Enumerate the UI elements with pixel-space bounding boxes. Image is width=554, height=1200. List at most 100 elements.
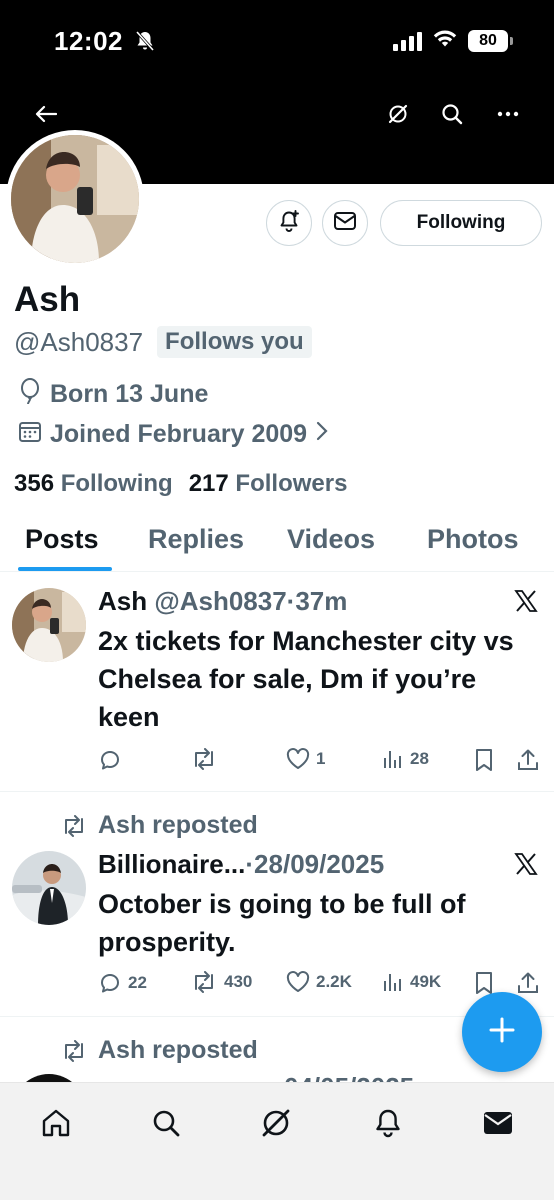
tab-posts[interactable]: Posts bbox=[25, 524, 99, 555]
repost-button[interactable]: 430 bbox=[190, 971, 252, 993]
post-text: 2x tickets for Manchester city vs Chelse… bbox=[98, 626, 514, 732]
following-button[interactable]: Following bbox=[380, 200, 542, 246]
reply-button[interactable] bbox=[98, 748, 122, 772]
tab-videos[interactable]: Videos bbox=[287, 524, 375, 555]
follow-stats: 356 Following 217 Followers bbox=[14, 470, 347, 498]
post-item[interactable]: Ash reposted Billionaire...·28/09/2025 O… bbox=[0, 793, 554, 1017]
heart-icon bbox=[286, 748, 310, 769]
repost-button[interactable] bbox=[190, 748, 218, 770]
followers-stat[interactable]: 217 Followers bbox=[189, 470, 348, 498]
nav-messages[interactable] bbox=[478, 1103, 518, 1143]
post-item[interactable]: Ash @Ash0837·37m 2x tickets for Manchest… bbox=[0, 572, 554, 792]
status-bar: 12:02 80 bbox=[0, 0, 554, 84]
views-chart-icon bbox=[384, 974, 401, 991]
views-button[interactable]: 28 bbox=[382, 748, 429, 770]
silent-bell-icon bbox=[135, 28, 155, 59]
post-author-avatar[interactable] bbox=[12, 1074, 86, 1082]
repost-count: 430 bbox=[224, 972, 253, 991]
clock: 12:02 bbox=[54, 26, 123, 56]
profile-handle: @Ash0837 bbox=[14, 326, 144, 357]
home-icon bbox=[42, 1109, 70, 1137]
notifications-bell-button[interactable] bbox=[266, 200, 312, 246]
repost-icon bbox=[195, 748, 213, 770]
post-author-name[interactable]: Ash bbox=[98, 586, 147, 616]
post-actions: 22 430 2.2K 49K bbox=[98, 971, 542, 1001]
birthday-row: Born 13 June bbox=[18, 377, 208, 412]
reply-icon bbox=[101, 974, 119, 993]
post-actions: 1 28 bbox=[98, 748, 542, 778]
post-header: Billionaire...·28/09/2025 bbox=[98, 849, 385, 879]
envelope-icon bbox=[484, 1112, 512, 1134]
message-button[interactable] bbox=[322, 200, 368, 246]
status-indicators: 80 bbox=[393, 28, 513, 53]
wifi-icon bbox=[432, 28, 458, 53]
like-count: 2.2K bbox=[316, 972, 352, 991]
like-button[interactable]: 2.2K bbox=[286, 971, 352, 993]
post-header: Ash @Ash0837·37m bbox=[98, 586, 348, 616]
repost-icon bbox=[195, 971, 213, 993]
more-options-icon[interactable] bbox=[492, 98, 524, 130]
nav-search[interactable] bbox=[146, 1103, 186, 1143]
balloon-icon bbox=[18, 377, 42, 412]
view-count: 28 bbox=[410, 749, 429, 768]
share-icon bbox=[518, 972, 538, 993]
repost-indicator: Ash reposted bbox=[60, 1036, 258, 1065]
calendar-icon bbox=[18, 419, 42, 450]
post-author-avatar[interactable] bbox=[12, 588, 86, 662]
back-arrow-icon[interactable] bbox=[30, 98, 62, 130]
profile-tabs: Posts Replies Videos Photos bbox=[0, 516, 554, 572]
view-count: 49K bbox=[410, 972, 442, 991]
plus-icon bbox=[487, 1015, 517, 1050]
x-logo-icon bbox=[514, 853, 538, 880]
profile-avatar[interactable] bbox=[6, 130, 144, 268]
share-button[interactable] bbox=[516, 971, 540, 995]
nav-notifications[interactable] bbox=[368, 1103, 408, 1143]
post-header: 04/05/2025 bbox=[284, 1072, 414, 1082]
post-date: 28/09/2025 bbox=[254, 849, 385, 879]
share-button[interactable] bbox=[516, 748, 540, 772]
views-chart-icon bbox=[384, 751, 401, 768]
post-author-name[interactable]: Billionaire... bbox=[98, 849, 245, 879]
grok-icon bbox=[262, 1109, 290, 1137]
search-icon[interactable] bbox=[436, 98, 468, 130]
repost-indicator: Ash reposted bbox=[60, 811, 258, 840]
signal-icon bbox=[393, 31, 422, 51]
post-time: 37m bbox=[295, 586, 348, 616]
x-logo-icon bbox=[514, 590, 538, 617]
like-button[interactable]: 1 bbox=[286, 748, 325, 770]
repost-icon bbox=[65, 814, 83, 837]
views-button[interactable]: 49K bbox=[382, 971, 441, 993]
nav-grok[interactable] bbox=[256, 1103, 296, 1143]
tab-replies[interactable]: Replies bbox=[148, 524, 244, 555]
compose-post-button[interactable] bbox=[462, 992, 542, 1072]
profile-actions: Following bbox=[0, 200, 554, 246]
tab-photos[interactable]: Photos bbox=[427, 524, 519, 555]
status-time: 12:02 bbox=[54, 26, 155, 59]
like-count: 1 bbox=[316, 749, 326, 768]
following-stat[interactable]: 356 Following bbox=[14, 470, 173, 498]
nav-home[interactable] bbox=[36, 1103, 76, 1143]
search-icon bbox=[153, 1110, 180, 1137]
reply-count: 22 bbox=[128, 973, 147, 992]
battery-indicator: 80 bbox=[468, 29, 513, 52]
reply-icon bbox=[101, 751, 119, 770]
grok-icon[interactable] bbox=[382, 98, 414, 130]
post-author-avatar[interactable] bbox=[12, 851, 86, 925]
chevron-right-icon bbox=[315, 420, 329, 449]
share-icon bbox=[518, 749, 538, 770]
joined-row[interactable]: Joined February 2009 bbox=[18, 419, 329, 450]
bell-plus-icon bbox=[277, 209, 301, 238]
birthday-text: Born 13 June bbox=[50, 380, 209, 408]
bookmark-button[interactable] bbox=[474, 748, 494, 772]
bookmark-icon bbox=[476, 972, 492, 994]
repost-label: Ash reposted bbox=[98, 811, 258, 839]
profile-name: Ash bbox=[14, 280, 81, 319]
bell-icon bbox=[376, 1109, 400, 1138]
handle-row: @Ash0837 Follows you bbox=[14, 326, 312, 358]
post-author-handle: @Ash0837 bbox=[154, 586, 287, 616]
bookmark-button[interactable] bbox=[474, 971, 494, 995]
joined-text: Joined February 2009 bbox=[50, 420, 308, 448]
active-tab-indicator bbox=[18, 567, 112, 571]
post-text: October is going to be full of prosperit… bbox=[98, 889, 466, 957]
reply-button[interactable]: 22 bbox=[98, 971, 147, 995]
